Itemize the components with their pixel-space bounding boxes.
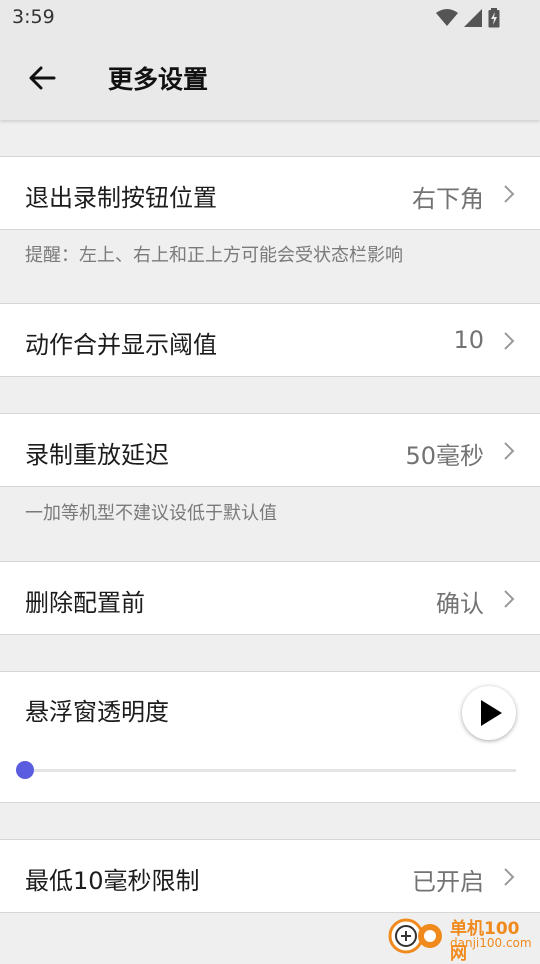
setting-value: 右下角 [412,185,484,213]
status-time: 3:59 [12,6,55,28]
chevron-right-icon [504,185,515,203]
setting-value: 50毫秒 [405,442,484,470]
app-bar: 更多设置 [0,36,540,120]
cell-signal-icon [464,9,482,27]
chevron-right-icon [504,442,515,460]
setting-value: 10 [453,326,484,354]
wifi-icon [436,9,458,26]
setting-exit-button-position[interactable]: 退出录制按钮位置 右下角 [0,156,540,230]
setting-label: 悬浮窗透明度 [25,698,169,726]
setting-value: 确认 [436,590,484,618]
opacity-slider-track[interactable] [24,769,516,772]
setting-note: 提醒：左上、右上和正上方可能会受状态栏影响 [25,245,403,266]
watermark-url: danji100.com [450,936,532,950]
chevron-right-icon [504,868,515,886]
setting-replay-delay[interactable]: 录制重放延迟 50毫秒 [0,413,540,487]
play-icon [481,700,502,726]
setting-label: 删除配置前 [25,589,145,617]
battery-charging-icon [488,8,500,28]
watermark-logo-icon [388,918,442,954]
setting-float-window-opacity: 悬浮窗透明度 [0,671,540,803]
setting-confirm-before-delete[interactable]: 删除配置前 确认 [0,561,540,635]
setting-label: 录制重放延迟 [25,441,169,469]
setting-label: 最低10毫秒限制 [25,867,200,895]
arrow-left-icon[interactable] [26,62,58,94]
setting-min-10ms-limit[interactable]: 最低10毫秒限制 已开启 [0,839,540,913]
chevron-right-icon [504,332,515,350]
chevron-right-icon [504,590,515,608]
setting-note: 一加等机型不建议设低于默认值 [25,503,277,524]
setting-label: 动作合并显示阈值 [25,331,217,359]
page-title: 更多设置 [108,65,209,94]
status-bar: 3:59 [0,0,540,36]
play-button[interactable] [462,686,516,740]
setting-merge-threshold[interactable]: 动作合并显示阈值 10 [0,303,540,377]
status-icons [436,8,500,28]
setting-label: 退出录制按钮位置 [25,184,217,212]
setting-value: 已开启 [412,868,484,896]
opacity-slider-thumb[interactable] [16,761,34,779]
watermark: 单机100网 danji100.com [386,912,536,964]
